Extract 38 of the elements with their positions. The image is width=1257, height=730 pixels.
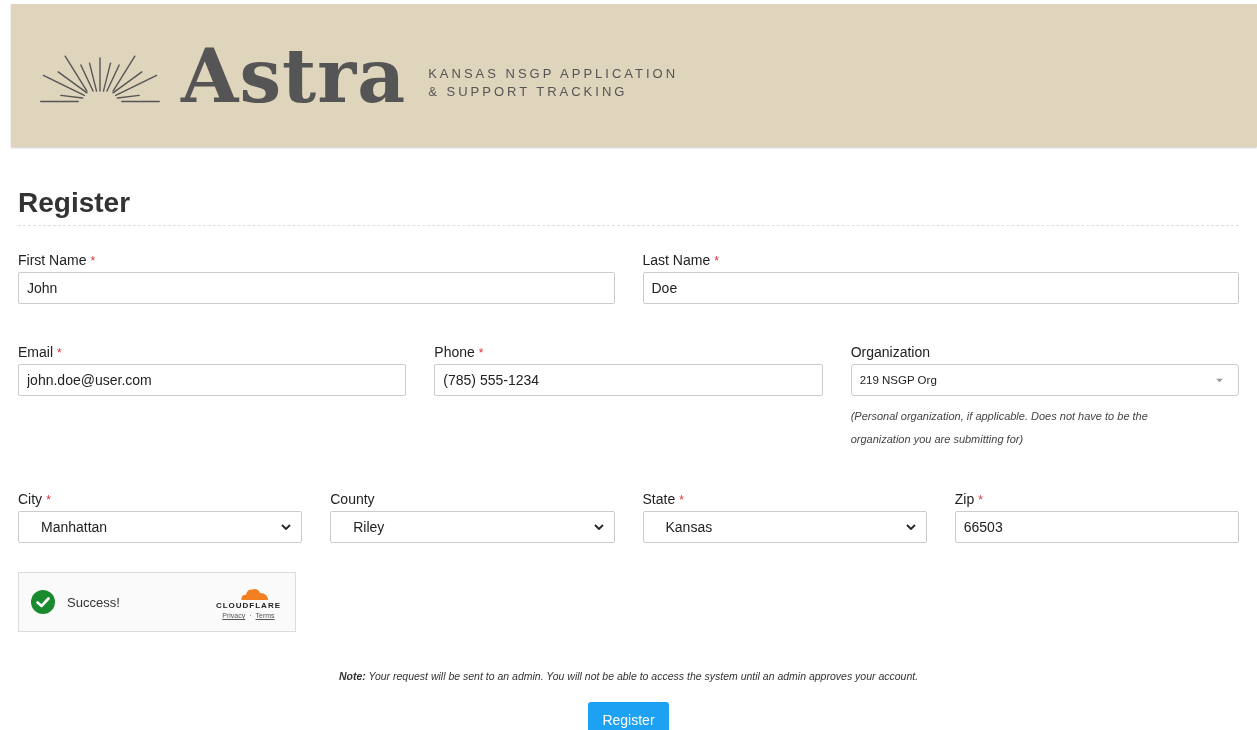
caret-down-icon xyxy=(1215,377,1224,383)
required-mark: * xyxy=(90,254,96,268)
field-label: First Name xyxy=(18,252,87,268)
field-label: Organization xyxy=(850,344,931,360)
required-mark: * xyxy=(57,346,62,360)
field-label: Email xyxy=(18,344,53,360)
field-label: County xyxy=(330,491,375,507)
text-field[interactable]: 66503 xyxy=(954,511,1239,543)
tagline-text: KANSAS NSGP APPLICATION xyxy=(428,64,679,83)
tagline-text: & SUPPORT TRACKING xyxy=(428,82,629,101)
field-label: Phone xyxy=(434,344,475,360)
chevron-down-icon xyxy=(593,524,604,530)
text-field[interactable]: Doe xyxy=(642,272,1239,304)
required-mark: * xyxy=(46,493,51,507)
required-mark: * xyxy=(478,346,484,360)
field-label: Last Name xyxy=(642,252,711,268)
field-label: State xyxy=(642,491,676,507)
required-mark: * xyxy=(679,493,684,507)
field-label: City xyxy=(18,491,43,507)
text-field[interactable]: (785) 555-1234 xyxy=(434,364,823,396)
required-mark: * xyxy=(714,254,719,268)
dropdown[interactable]: 219 NSGP Org xyxy=(850,364,1239,396)
field-label: Zip xyxy=(954,491,975,507)
required-mark: * xyxy=(978,493,983,507)
dropdown[interactable]: Kansas xyxy=(642,511,927,543)
checkmark-icon xyxy=(31,590,55,614)
logo-text: Astra xyxy=(181,32,407,119)
text-field[interactable]: john.doe@user.com xyxy=(18,364,407,396)
chevron-down-icon xyxy=(905,524,916,530)
captcha-status: Success! xyxy=(67,594,121,610)
chevron-down-icon xyxy=(281,524,292,530)
brand-text: CLOUDFLARE xyxy=(215,601,281,610)
dropdown[interactable]: Riley xyxy=(330,511,615,543)
note-text: Note: Your request will be sent to an admin. You will not be able to access the system until an admin approves your account. xyxy=(337,670,920,682)
dropdown[interactable]: Manhattan xyxy=(18,511,303,543)
help-text: (Personal organization, if applicable. Does not have to be the organization you are submitting for) xyxy=(850,409,1149,447)
text-field[interactable]: John xyxy=(18,272,615,304)
page-title: Register xyxy=(18,187,1239,226)
